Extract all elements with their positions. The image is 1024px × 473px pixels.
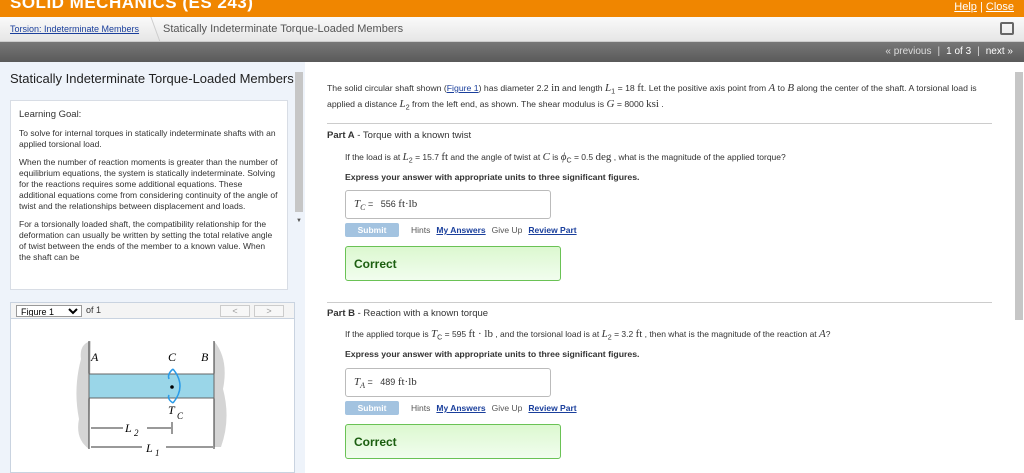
next-link[interactable]: next » [986,46,1013,57]
problem-title: Statically Indeterminate Torque-Loaded M… [10,71,294,86]
label-l2: L [124,421,132,435]
part-b-actions: Submit Hints My Answers Give Up Review Part [345,401,583,415]
part-b-answer-field[interactable]: TA = 489 ft·lb [345,368,551,397]
review-part-link[interactable]: Review Part [528,403,576,413]
breadcrumb: Torsion: Indeterminate Members Staticall… [0,17,1024,42]
label-l1-sub: 1 [155,448,160,458]
course-title: SOLID MECHANICS (ES 243) [10,0,254,12]
shaft-diagram: A C B T C L 2 L 1 [76,341,227,458]
give-up-link[interactable]: Give Up [492,403,523,413]
label-t: T [168,403,176,417]
label-t-sub: C [177,411,184,421]
shaft [88,373,215,399]
part-b-correct-feedback: Correct [345,424,561,459]
point-c [170,385,174,389]
breadcrumb-parent[interactable]: Torsion: Indeterminate Members [10,24,139,34]
right-scrollbar[interactable] [1015,72,1023,320]
print-icon[interactable] [1000,22,1014,35]
label-a: A [90,350,99,364]
separator: | [979,1,983,13]
previous-link[interactable]: « previous [885,46,931,57]
part-b-instructions: Express your answer with appropriate uni… [345,349,640,359]
part-a-heading: Part A - Torque with a known twist [327,130,472,141]
my-answers-link[interactable]: My Answers [436,403,485,413]
figure-count: of 1 [86,305,102,315]
goal-paragraph: For a torsionally loaded shaft, the comp… [19,219,273,262]
submit-button[interactable]: Submit [345,401,399,415]
figure-panel: Figure 1 of 1 < > A C B T C L 2 L 1 [10,302,295,473]
figure-select[interactable]: Figure 1 [16,305,82,317]
label-l2-sub: 2 [134,428,139,438]
app-header: SOLID MECHANICS (ES 243) Help | Close [0,0,1024,17]
figure-prev-button[interactable]: < [220,305,250,317]
breadcrumb-separator [141,17,161,42]
hints-link[interactable]: Hints [411,225,430,235]
part-a-answer-field[interactable]: TC = 556 ft·lb [345,190,551,219]
part-b-heading: Part B - Reaction with a known torque [327,308,489,319]
scroll-down-icon[interactable]: ▼ [296,218,302,224]
part-a-correct-feedback: Correct [345,246,561,281]
help-link[interactable]: Help [954,1,977,13]
review-part-link[interactable]: Review Part [528,225,576,235]
separator: | [977,46,980,57]
figure-next-button[interactable]: > [254,305,284,317]
part-a-actions: Submit Hints My Answers Give Up Review Part [345,223,583,237]
my-answers-link[interactable]: My Answers [436,225,485,235]
part-a-instructions: Express your answer with appropriate uni… [345,172,640,182]
label-l1: L [145,441,153,455]
page-position: 1 of 3 [946,46,972,57]
hints-link[interactable]: Hints [411,403,430,413]
learning-goal-box: Learning Goal: To solve for internal tor… [10,100,288,290]
goal-paragraph: To solve for internal torques in statica… [19,128,276,149]
left-scrollbar[interactable] [295,72,303,212]
problem-statement: The solid circular shaft shown (Figure 1… [327,82,977,112]
learning-goal-heading: Learning Goal: [19,109,82,120]
pager-bar: « previous | 1 of 3 | next » [0,42,1024,62]
label-b: B [201,350,209,364]
part-b-question: If the applied torque is TC = 595 ft · l… [345,328,831,342]
part-a-question: If the load is at L2 = 15.7 ft and the a… [345,151,786,165]
label-c: C [168,350,177,364]
goal-paragraph: When the number of reaction moments is g… [19,157,278,211]
give-up-link[interactable]: Give Up [492,225,523,235]
divider [327,302,992,303]
submit-button[interactable]: Submit [345,223,399,237]
divider [327,123,992,124]
close-link[interactable]: Close [986,1,1014,13]
breadcrumb-current: Statically Indeterminate Torque-Loaded M… [163,23,404,35]
separator: | [937,46,941,57]
right-wall [214,341,227,447]
figure-link[interactable]: Figure 1 [447,83,479,93]
